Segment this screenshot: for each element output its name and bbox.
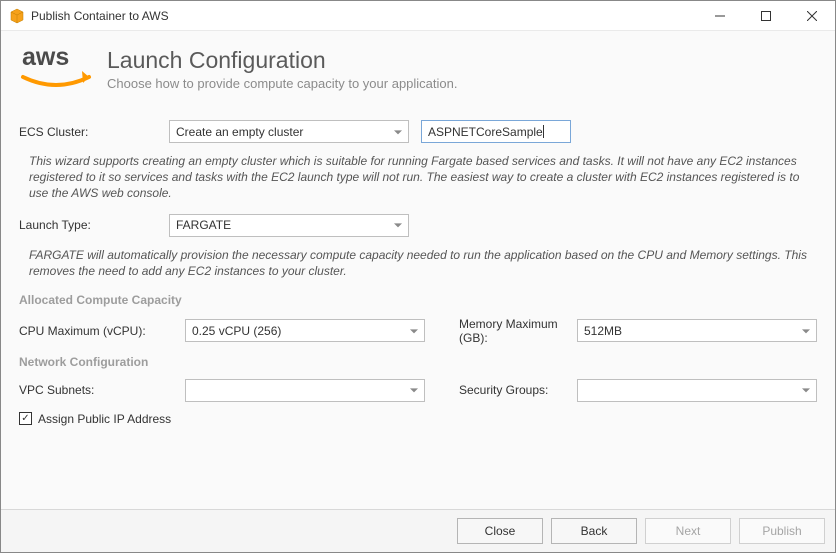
vpc-subnets-combo[interactable] — [185, 379, 425, 402]
mem-max-label: Memory Maximum (GB): — [441, 317, 561, 345]
button-bar: Close Back Next Publish — [1, 509, 835, 552]
mem-max-value: 512MB — [584, 324, 622, 338]
network-section-title: Network Configuration — [19, 355, 817, 369]
ecs-cluster-row: ECS Cluster: Create an empty cluster ASP… — [19, 120, 817, 143]
chevron-down-icon — [802, 329, 810, 333]
vpc-subnets-label: VPC Subnets: — [19, 383, 169, 397]
chevron-down-icon — [394, 130, 402, 134]
allocated-section-title: Allocated Compute Capacity — [19, 293, 817, 307]
assign-ip-row: ✓ Assign Public IP Address — [19, 412, 817, 426]
network-row: VPC Subnets: Security Groups: — [19, 379, 817, 402]
ecs-cluster-value: Create an empty cluster — [176, 125, 303, 139]
back-button[interactable]: Back — [551, 518, 637, 544]
assign-ip-checkbox[interactable]: ✓ — [19, 412, 32, 425]
chevron-down-icon — [802, 389, 810, 393]
chevron-down-icon — [410, 329, 418, 333]
close-button-label: Close — [485, 524, 516, 538]
content-area: aws Launch Configuration Choose how to p… — [1, 31, 835, 552]
next-button[interactable]: Next — [645, 518, 731, 544]
cpu-max-label: CPU Maximum (vCPU): — [19, 324, 169, 338]
launch-type-label: Launch Type: — [19, 218, 169, 232]
aws-box-icon — [9, 8, 25, 24]
back-button-label: Back — [581, 524, 608, 538]
header-text: Launch Configuration Choose how to provi… — [107, 47, 457, 91]
compute-row: CPU Maximum (vCPU): 0.25 vCPU (256) Memo… — [19, 317, 817, 345]
next-button-label: Next — [676, 524, 701, 538]
check-icon: ✓ — [21, 414, 29, 424]
title-bar: Publish Container to AWS — [1, 1, 835, 31]
security-groups-label: Security Groups: — [441, 383, 561, 397]
window-controls — [697, 1, 835, 30]
cluster-name-value: ASPNETCoreSample — [428, 125, 543, 139]
minimize-button[interactable] — [697, 1, 743, 30]
page-subtitle: Choose how to provide compute capacity t… — [107, 76, 457, 91]
dialog-window: Publish Container to AWS aws — [0, 0, 836, 553]
chevron-down-icon — [394, 223, 402, 227]
chevron-down-icon — [410, 389, 418, 393]
assign-ip-label: Assign Public IP Address — [38, 412, 171, 426]
launch-type-description: FARGATE will automatically provision the… — [19, 245, 817, 291]
launch-type-value: FARGATE — [176, 218, 231, 232]
page-title: Launch Configuration — [107, 47, 457, 74]
maximize-button[interactable] — [743, 1, 789, 30]
launch-type-combo[interactable]: FARGATE — [169, 214, 409, 237]
svg-text:aws: aws — [22, 43, 69, 71]
launch-type-row: Launch Type: FARGATE — [19, 214, 817, 237]
form-area: ECS Cluster: Create an empty cluster ASP… — [1, 114, 835, 509]
ecs-cluster-label: ECS Cluster: — [19, 125, 169, 139]
publish-button[interactable]: Publish — [739, 518, 825, 544]
mem-max-combo[interactable]: 512MB — [577, 319, 817, 342]
security-groups-combo[interactable] — [577, 379, 817, 402]
close-button[interactable]: Close — [457, 518, 543, 544]
ecs-cluster-description: This wizard supports creating an empty c… — [19, 151, 817, 214]
cpu-max-combo[interactable]: 0.25 vCPU (256) — [185, 319, 425, 342]
aws-logo-icon: aws — [19, 41, 93, 96]
window-title: Publish Container to AWS — [31, 9, 697, 23]
publish-button-label: Publish — [762, 524, 801, 538]
close-window-button[interactable] — [789, 1, 835, 30]
ecs-cluster-combo[interactable]: Create an empty cluster — [169, 120, 409, 143]
header-region: aws Launch Configuration Choose how to p… — [1, 31, 835, 114]
cluster-name-input[interactable]: ASPNETCoreSample — [421, 120, 571, 143]
cpu-max-value: 0.25 vCPU (256) — [192, 324, 281, 338]
